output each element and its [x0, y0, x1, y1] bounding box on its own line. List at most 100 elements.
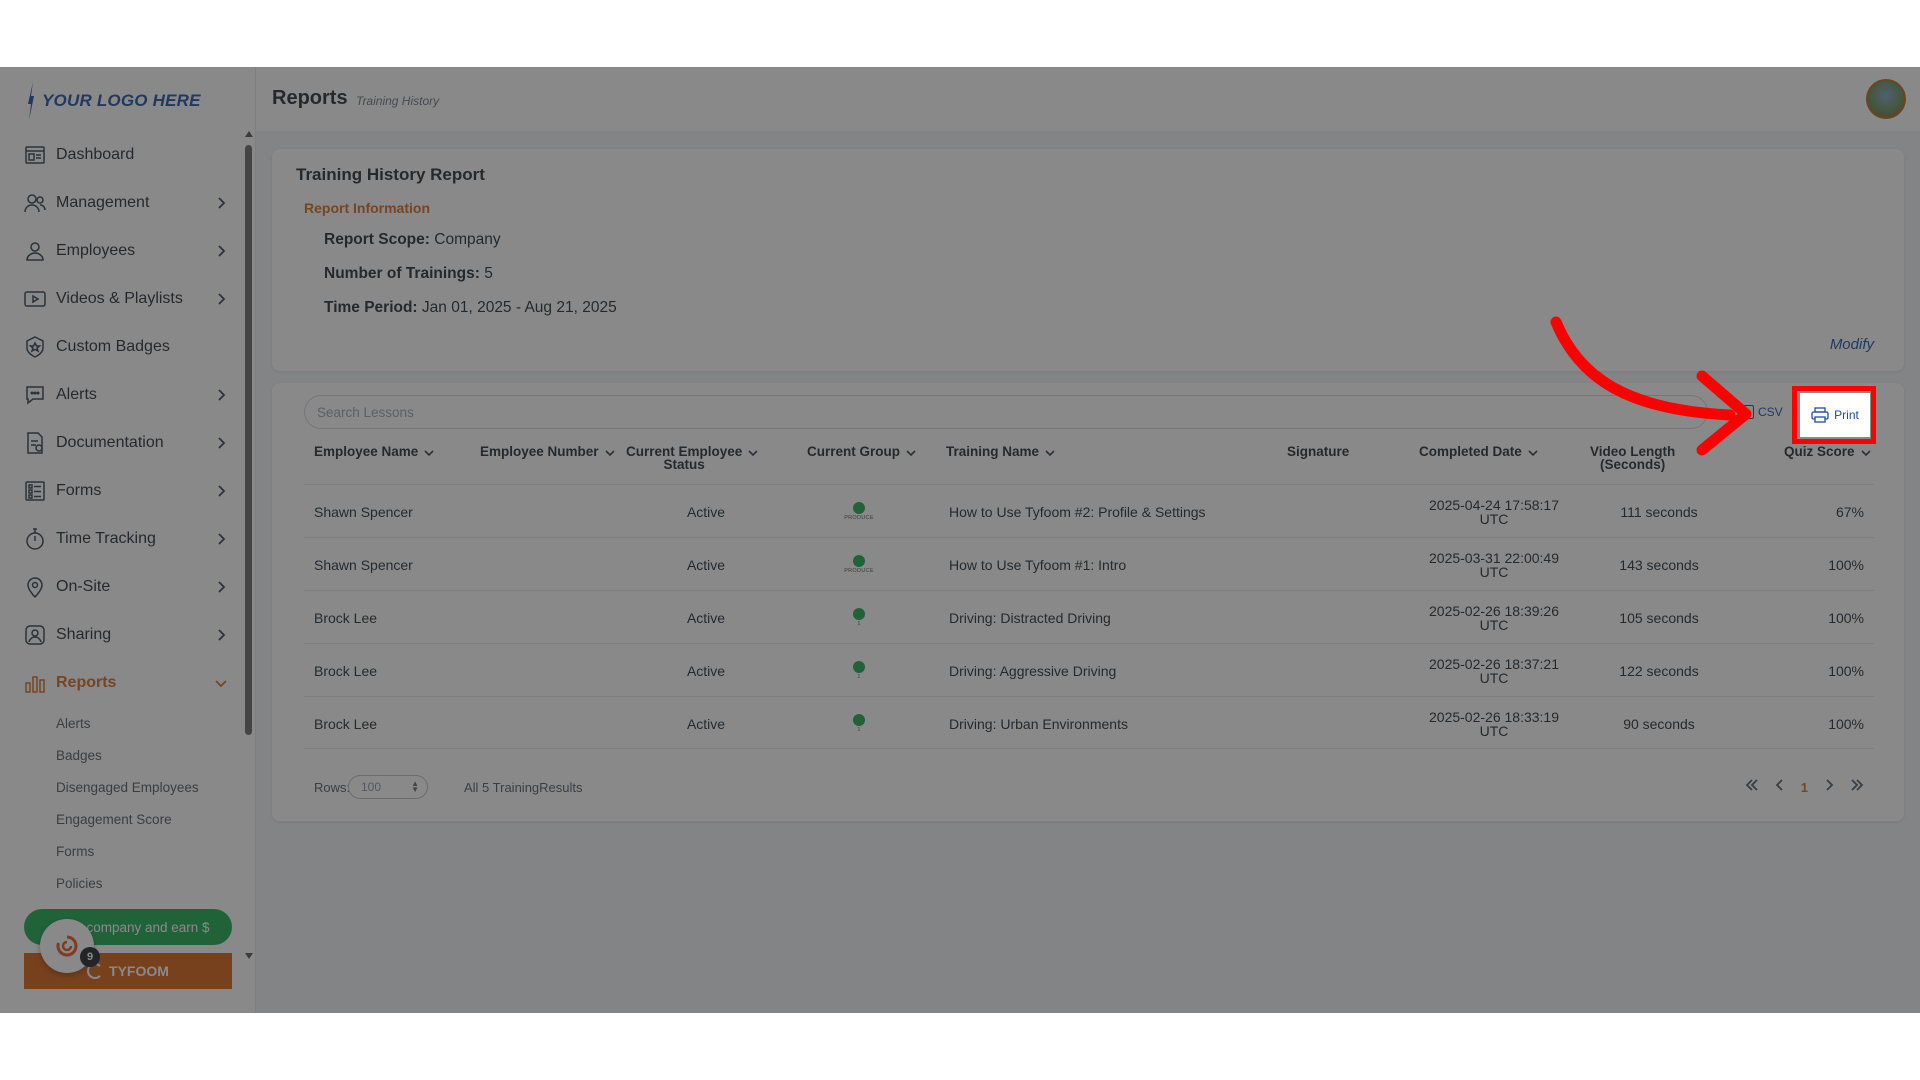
sidebar-item-alerts[interactable]: Alerts [0, 371, 244, 419]
scrollbar-thumb[interactable] [245, 145, 252, 735]
sidebar-subitem-forms[interactable]: Forms [0, 835, 244, 867]
table-row[interactable]: Shawn Spencer Active PRODUCE How to Use … [304, 484, 1874, 537]
breadcrumb: Training History [356, 94, 440, 108]
sidebar-item-videos-playlists[interactable]: Videos & Playlists [0, 275, 244, 323]
rows-per-page-select[interactable]: 100 ▲ ▼ [348, 775, 428, 799]
cell-quiz-score: 100% [1828, 662, 1864, 679]
sidebar-subitem-engagement-score[interactable]: Engagement Score [0, 803, 244, 835]
sort-chevron-icon [424, 447, 434, 457]
completed-datetime: 2025-03-31 22:00:49 [1429, 549, 1559, 566]
last-page-icon[interactable] [1850, 778, 1864, 796]
sidebar-item-employees[interactable]: Employees [0, 227, 244, 275]
table-footer: Rows: 100 ▲ ▼ All 5 TrainingResults 1 [304, 773, 1874, 803]
cell-video-length: 105 seconds [1619, 609, 1699, 626]
modify-link[interactable]: Modify [1830, 336, 1874, 353]
cell-status: Active [686, 609, 726, 626]
group-indicator: 1 [853, 714, 865, 733]
column-label: Completed Date [1419, 444, 1522, 459]
column-quiz-score[interactable]: Quiz Score [1784, 445, 1871, 458]
letterbox-bottom [0, 1013, 1920, 1080]
sort-chevron-icon [906, 447, 916, 457]
sidebar-item-on-site[interactable]: On-Site [0, 563, 244, 611]
cell-completed-date: 2025-02-26 18:37:21 UTC [1394, 644, 1594, 697]
sidebar-subitem-policies[interactable]: Policies [0, 867, 244, 899]
cell-quiz-score: 100% [1828, 556, 1864, 573]
sidebar-scrollbar[interactable] [244, 131, 254, 967]
sidebar-subitem-alerts[interactable]: Alerts [0, 707, 244, 739]
scroll-down-arrow-icon[interactable] [245, 953, 253, 959]
scroll-up-arrow-icon[interactable] [245, 131, 253, 137]
chevron-right-icon [214, 628, 228, 642]
column-employee-name[interactable]: Employee Name [314, 445, 434, 458]
column-current-group[interactable]: Current Group [807, 445, 916, 458]
completed-datetime: 2025-02-26 18:39:26 [1429, 602, 1559, 619]
stopwatch-icon [22, 526, 48, 552]
logo[interactable]: YOUR LOGO HERE [26, 81, 201, 121]
sidebar-item-label: Alerts [56, 386, 97, 403]
column-employee-status[interactable]: Current Employee Status [626, 445, 758, 471]
page-title: Reports [272, 87, 348, 109]
column-completed-date[interactable]: Completed Date [1419, 445, 1538, 458]
top-header: Reports Training History [256, 67, 1920, 131]
table-row[interactable]: Brock Lee Active 1 Driving: Distracted D… [304, 590, 1874, 643]
cell-training-name: Driving: Distracted Driving [949, 609, 1111, 626]
sidebar-item-dashboard[interactable]: Dashboard [0, 131, 244, 179]
sidebar-item-sharing[interactable]: Sharing [0, 611, 244, 659]
column-employee-number[interactable]: Employee Number [480, 445, 615, 458]
current-page-number[interactable]: 1 [1801, 780, 1808, 795]
cell-employee-name: Shawn Spencer [314, 503, 413, 520]
sidebar-item-label: Forms [56, 482, 102, 499]
csv-label: CSV [1758, 405, 1783, 419]
report-subtitle: Report Information [304, 200, 430, 216]
column-training-name[interactable]: Training Name [946, 445, 1055, 458]
column-label-line2: (Seconds) [1600, 457, 1666, 472]
sidebar-subitem-disengaged-employees[interactable]: Disengaged Employees [0, 771, 244, 803]
chevron-right-icon [214, 388, 228, 402]
cell-training-name: Driving: Aggressive Driving [949, 662, 1117, 679]
cell-quiz-score: 100% [1828, 715, 1864, 732]
sidebar-item-label: Videos & Playlists [56, 290, 183, 307]
sort-chevron-icon [1045, 447, 1055, 457]
table-row[interactable]: Shawn Spencer Active PRODUCE How to Use … [304, 537, 1874, 590]
training-table-card: CSV Employee Name Employee Number Curren… [272, 383, 1904, 821]
completed-timezone: UTC [1479, 669, 1509, 686]
sidebar-item-documentation[interactable]: Documentation [0, 419, 244, 467]
search-lessons-input[interactable] [304, 395, 1708, 429]
chevron-right-icon [214, 196, 228, 210]
table-row[interactable]: Brock Lee Active 1 Driving: Aggressive D… [304, 643, 1874, 696]
sidebar-item-custom-badges[interactable]: Custom Badges [0, 323, 244, 371]
cell-video-length: 111 seconds [1620, 503, 1698, 520]
completed-datetime: 2025-04-24 17:58:17 [1429, 496, 1559, 513]
sort-chevron-icon [1860, 447, 1871, 457]
cell-completed-date: 2025-04-24 17:58:17 UTC [1394, 485, 1594, 538]
table-body: Shawn Spencer Active PRODUCE How to Use … [304, 484, 1874, 749]
column-label-line2: Status [663, 457, 705, 472]
sidebar-item-label: Documentation [56, 434, 164, 451]
next-page-icon[interactable] [1822, 778, 1836, 796]
cell-completed-date: 2025-03-31 22:00:49 UTC [1394, 538, 1594, 591]
sidebar-subitem-badges[interactable]: Badges [0, 739, 244, 771]
time-period-value: Jan 01, 2025 - Aug 21, 2025 [421, 299, 617, 316]
group-label: PRODUCE [844, 568, 874, 574]
table-row[interactable]: Brock Lee Active 1 Driving: Urban Enviro… [304, 696, 1874, 749]
previous-page-icon[interactable] [1773, 778, 1787, 796]
csv-export-button[interactable]: CSV [1742, 399, 1783, 425]
report-info-card: Training History Report Report Informati… [272, 149, 1904, 371]
cell-video-length: 90 seconds [1623, 715, 1695, 732]
sidebar: YOUR LOGO HERE Dashboard Management Empl… [0, 67, 256, 1013]
report-scope: Report Scope: Company [324, 231, 501, 249]
column-label: Video Length (Seconds) [1590, 445, 1675, 472]
group-label: 1 [857, 674, 861, 680]
sidebar-item-management[interactable]: Management [0, 179, 244, 227]
sidebar-item-forms[interactable]: Forms [0, 467, 244, 515]
sidebar-item-time-tracking[interactable]: Time Tracking [0, 515, 244, 563]
chat-notification-badge: 9 [80, 947, 100, 967]
cell-employee-name: Brock Lee [314, 609, 378, 626]
sidebar-item-reports[interactable]: Reports [0, 659, 244, 707]
avatar[interactable] [1866, 79, 1906, 119]
rows-per-page-value: 100 [361, 780, 382, 794]
first-page-icon[interactable] [1745, 778, 1759, 796]
table-header: Employee Name Employee Number Current Em… [304, 445, 1874, 483]
group-indicator: 1 [853, 608, 865, 627]
number-of-trainings-value: 5 [484, 265, 493, 282]
